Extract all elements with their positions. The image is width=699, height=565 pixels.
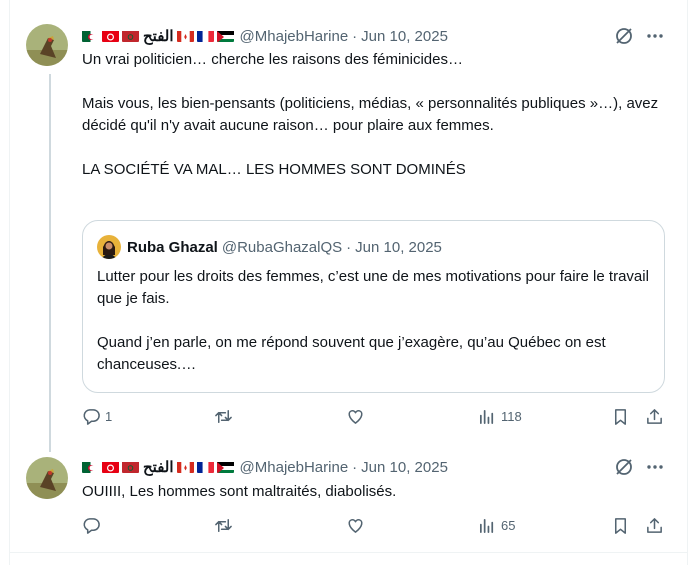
views-button[interactable]: 118 xyxy=(478,407,522,426)
palestine-flag-icon xyxy=(216,461,234,473)
algeria-flag-icon xyxy=(82,30,99,42)
separator-dot: · xyxy=(346,238,352,256)
more-options-icon[interactable] xyxy=(645,457,665,477)
tweet-date[interactable]: Jun 10, 2025 xyxy=(361,28,448,45)
views-icon xyxy=(479,409,494,425)
share-button[interactable] xyxy=(645,516,664,535)
reply-icon xyxy=(83,518,100,534)
like-button[interactable] xyxy=(346,407,365,426)
separator-dot: · xyxy=(352,458,358,476)
bookmark-button[interactable] xyxy=(611,516,630,535)
tweet-text: OUIIII, Les hommes sont maltraités, diab… xyxy=(82,483,397,500)
tweet-text: Un vrai politicien… cherche les raisons … xyxy=(82,51,659,178)
views-button[interactable]: 65 xyxy=(478,516,515,535)
bookmark-icon xyxy=(614,409,627,425)
retweet-button[interactable] xyxy=(214,407,233,426)
reply-button[interactable] xyxy=(82,516,101,535)
reply-button[interactable]: 1 xyxy=(82,407,112,426)
share-icon xyxy=(647,518,662,533)
tunisia-flag-icon xyxy=(102,461,119,473)
morocco-flag-icon xyxy=(122,461,139,473)
morocco-flag-icon xyxy=(122,30,139,42)
france-flag-icon xyxy=(196,30,214,42)
quote-text: Lutter pour les droits des femmes, c’est… xyxy=(97,268,649,373)
views-count: 65 xyxy=(501,518,516,533)
grok-icon[interactable] xyxy=(614,26,634,46)
canada-flag-icon xyxy=(176,30,194,42)
quote-header: Ruba Ghazal @RubaGhazalQS · Jun 10, 2025 xyxy=(97,235,442,259)
retweet-button[interactable] xyxy=(214,516,233,535)
bookmark-icon xyxy=(614,518,627,534)
heart-icon xyxy=(348,409,363,424)
tweet-date[interactable]: Jun 10, 2025 xyxy=(361,459,448,476)
user-handle[interactable]: @MhajebHarine xyxy=(240,459,349,476)
quote-date[interactable]: Jun 10, 2025 xyxy=(355,239,442,256)
reply-count: 1 xyxy=(105,409,113,424)
france-flag-icon xyxy=(196,461,214,473)
quote-display-name[interactable]: Ruba Ghazal xyxy=(127,239,218,256)
quoted-tweet[interactable]: Ruba Ghazal @RubaGhazalQS · Jun 10, 2025… xyxy=(82,220,665,393)
more-options-icon[interactable] xyxy=(645,26,665,46)
share-button[interactable] xyxy=(645,407,664,426)
like-button[interactable] xyxy=(346,516,365,535)
display-name[interactable]: الفتح xyxy=(143,458,174,476)
algeria-flag-icon xyxy=(82,461,99,473)
quote-user-handle[interactable]: @RubaGhazalQS xyxy=(222,239,342,256)
avatar[interactable] xyxy=(26,457,68,499)
palestine-flag-icon xyxy=(216,30,234,42)
retweet-icon xyxy=(215,410,232,423)
avatar[interactable] xyxy=(26,24,68,66)
share-icon xyxy=(647,409,662,424)
tunisia-flag-icon xyxy=(102,30,119,42)
display-name[interactable]: الفتح xyxy=(143,27,174,45)
views-icon xyxy=(479,518,494,534)
heart-icon xyxy=(348,518,363,533)
separator-dot: · xyxy=(352,27,358,45)
canada-flag-icon xyxy=(176,461,194,473)
views-count: 118 xyxy=(501,409,522,424)
tweet-actions: 1 118 xyxy=(82,407,665,431)
grok-icon[interactable] xyxy=(614,457,634,477)
user-handle[interactable]: @MhajebHarine xyxy=(240,28,349,45)
tweet-header: الفتح @MhajebHarine · Jun 10, 2025 xyxy=(82,26,448,46)
divider xyxy=(9,552,688,553)
bookmark-button[interactable] xyxy=(611,407,630,426)
tweet-actions: 65 xyxy=(82,516,665,540)
reply-icon xyxy=(83,409,100,425)
quote-avatar xyxy=(97,235,121,259)
thread-line xyxy=(49,74,51,452)
retweet-icon xyxy=(215,519,232,532)
tweet-header: الفتح @MhajebHarine · Jun 10, 2025 xyxy=(82,457,448,477)
